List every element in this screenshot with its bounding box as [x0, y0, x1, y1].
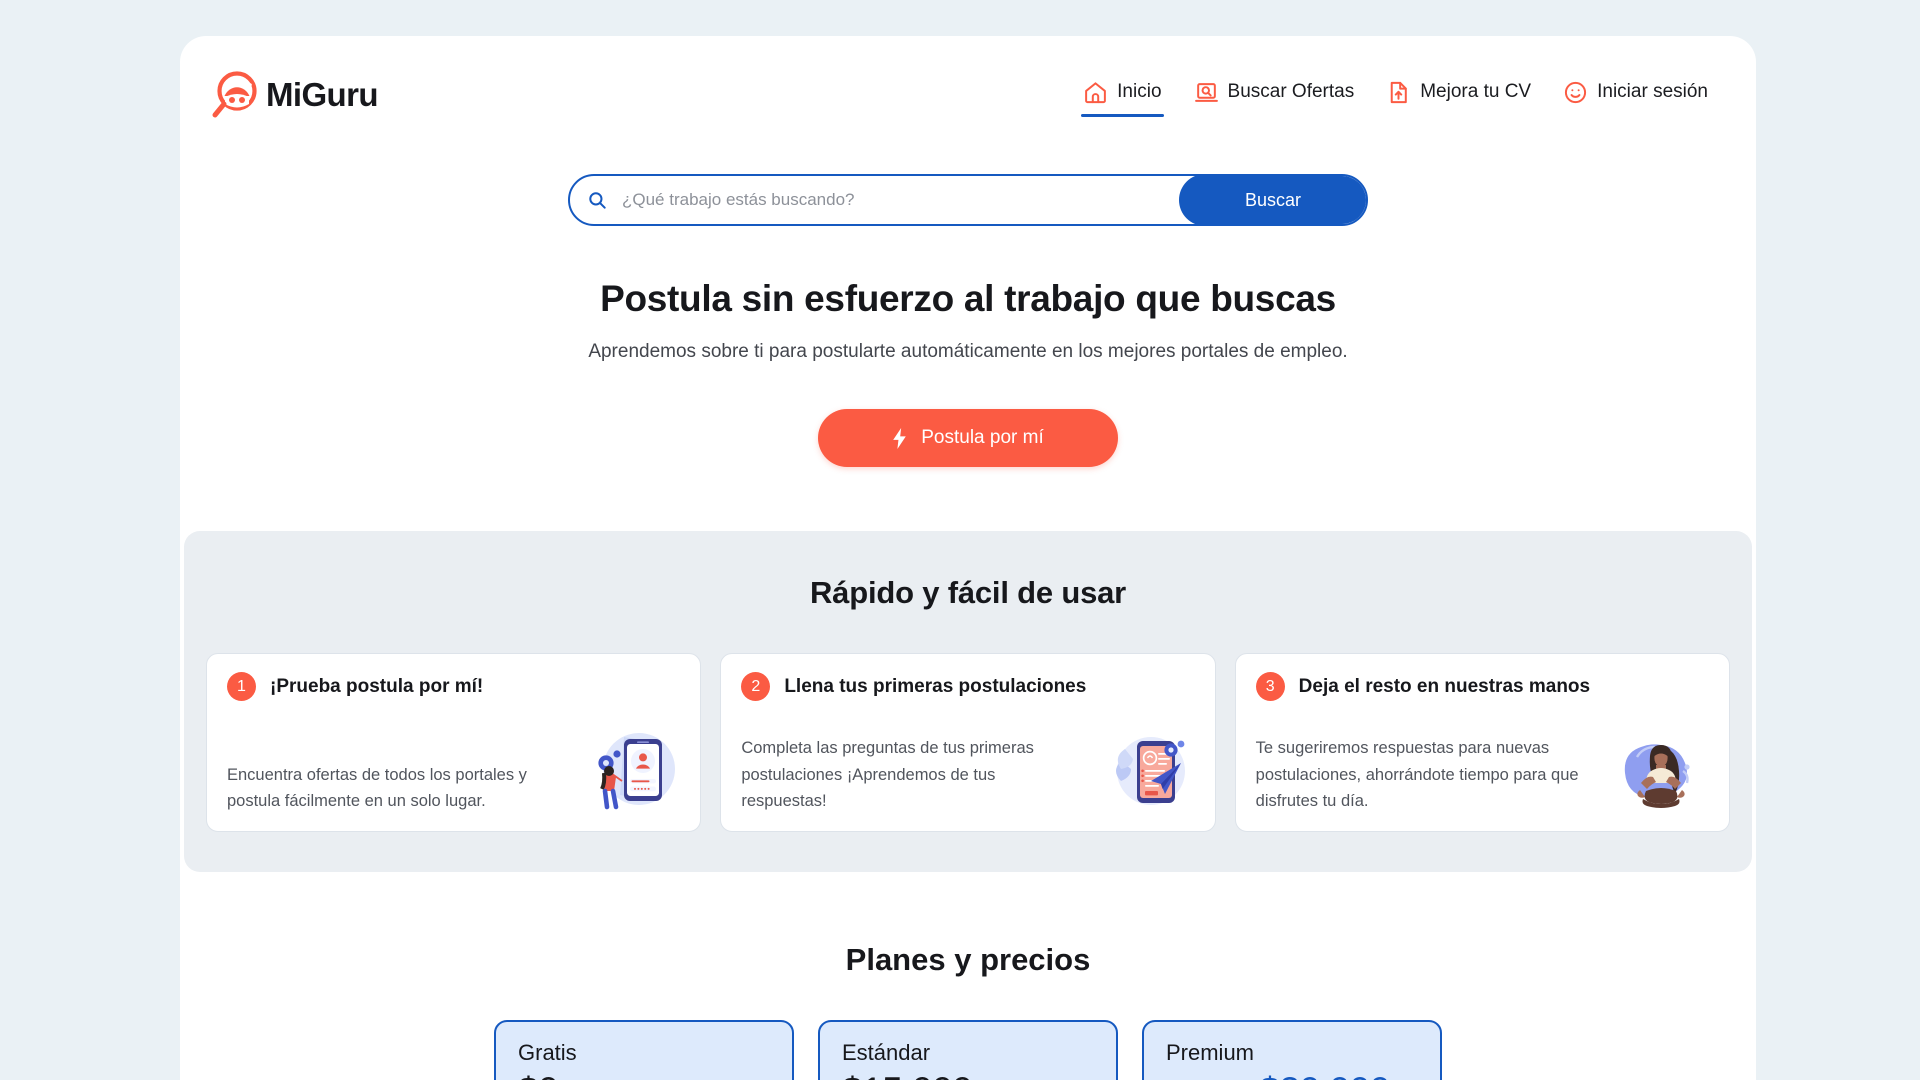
hero-section: Buscar Postula sin esfuerzo al trabajo q…	[180, 154, 1756, 467]
hero-subtitle: Aprendemos sobre ti para postularte auto…	[588, 341, 1348, 362]
search-icon	[570, 191, 616, 210]
smiley-face-icon	[1563, 80, 1588, 105]
steps-section: Rápido y fácil de usar 1 ¡Prueba postula…	[184, 531, 1752, 872]
nav-label: Buscar Ofertas	[1227, 81, 1355, 102]
plan-price: $0	[518, 1070, 559, 1080]
plan-price-row: $15.000	[842, 1070, 1094, 1080]
laptop-search-icon	[1194, 80, 1219, 105]
brand-logo-link[interactable]: MiGuru	[194, 69, 378, 121]
search-bar: Buscar	[568, 174, 1368, 226]
plan-card-gratis[interactable]: Gratis $0	[494, 1020, 794, 1080]
nav-label: Mejora tu CV	[1420, 81, 1532, 102]
step-header: 1 ¡Prueba postula por mí!	[227, 672, 680, 701]
hero-title: Postula sin esfuerzo al trabajo que busc…	[600, 278, 1336, 319]
step-title: ¡Prueba postula por mí!	[270, 675, 484, 697]
document-upload-icon	[1386, 80, 1411, 105]
step-number-badge: 3	[1255, 672, 1285, 701]
steps-section-title: Rápido y fácil de usar	[809, 575, 1127, 610]
plan-name: Premium	[1166, 1040, 1255, 1065]
nav-label: Inicio	[1117, 81, 1162, 102]
step-body: Completa las preguntas de tus primeras p…	[741, 723, 1194, 815]
step-description: Encuentra ofertas de todos los portales …	[227, 765, 527, 811]
nav-item-mejora-tu-cv[interactable]: Mejora tu CV	[1370, 74, 1547, 117]
plan-price-row: $0	[518, 1070, 770, 1080]
plan-card-estandar[interactable]: Estándar $15.000	[818, 1020, 1118, 1080]
plan-price-row: $60.000 $30.000	[1166, 1070, 1418, 1080]
plan-price: $30.000	[1260, 1070, 1391, 1080]
steps-wrapper: Rápido y fácil de usar 1 ¡Prueba postula…	[180, 531, 1756, 872]
steps-grid: 1 ¡Prueba postula por mí! Encuentra ofer…	[206, 653, 1730, 832]
pricing-plans: Gratis $0 Estándar $15.000 Premium $60.0…	[180, 1020, 1756, 1080]
woman-meditating-illustration	[1613, 723, 1709, 815]
pricing-section: Planes y precios Gratis $0 Estándar $15.…	[180, 942, 1756, 1080]
nav-item-buscar-ofertas[interactable]: Buscar Ofertas	[1178, 74, 1371, 117]
step-number-badge: 1	[227, 672, 256, 701]
magnifier-face-logo-icon	[208, 69, 260, 121]
phone-form-paperplane-illustration	[1099, 723, 1195, 815]
main-navigation: Inicio Buscar Ofertas Mejora tu CV Inici…	[1067, 74, 1724, 117]
lightning-bolt-icon	[892, 427, 907, 449]
step-description: Completa las preguntas de tus primeras p…	[741, 738, 1034, 811]
postula-por-mi-button[interactable]: Postula por mí	[818, 409, 1118, 467]
step-title: Llena tus primeras postulaciones	[784, 675, 1087, 697]
nav-item-iniciar-sesion[interactable]: Iniciar sesión	[1547, 74, 1724, 117]
step-header: 2 Llena tus primeras postulaciones	[741, 672, 1194, 701]
plan-name: Estándar	[842, 1040, 931, 1065]
nav-label: Iniciar sesión	[1597, 81, 1708, 102]
step-description: Te sugeriremos respuestas para nuevas po…	[1255, 738, 1579, 811]
step-body: Te sugeriremos respuestas para nuevas po…	[1256, 723, 1709, 815]
cta-label: Postula por mí	[921, 427, 1044, 448]
step-card: 2 Llena tus primeras postulaciones Compl…	[720, 653, 1216, 832]
step-card: 3 Deja el resto en nuestras manos Te sug…	[1234, 653, 1730, 832]
step-card: 1 ¡Prueba postula por mí! Encuentra ofer…	[206, 653, 702, 832]
step-title: Deja el resto en nuestras manos	[1298, 675, 1591, 697]
site-header: MiGuru Inicio Buscar Ofertas Mejora tu C…	[180, 36, 1756, 154]
home-icon	[1083, 80, 1108, 105]
search-input[interactable]	[616, 190, 1179, 210]
page-panel: MiGuru Inicio Buscar Ofertas Mejora tu C…	[180, 36, 1756, 1080]
step-number-badge: 2	[741, 672, 771, 701]
brand-name: MiGuru	[266, 76, 378, 113]
plan-name: Gratis	[518, 1040, 577, 1065]
search-submit-button[interactable]: Buscar	[1179, 176, 1366, 224]
plan-card-premium[interactable]: Premium $60.000 $30.000	[1142, 1020, 1442, 1080]
phone-profile-login-illustration	[584, 723, 680, 815]
step-body: Encuentra ofertas de todos los portales …	[227, 723, 680, 815]
nav-item-inicio[interactable]: Inicio	[1067, 74, 1177, 117]
step-header: 3 Deja el resto en nuestras manos	[1255, 672, 1709, 701]
plan-price: $15.000	[842, 1070, 973, 1080]
pricing-section-title: Planes y precios	[845, 942, 1091, 977]
